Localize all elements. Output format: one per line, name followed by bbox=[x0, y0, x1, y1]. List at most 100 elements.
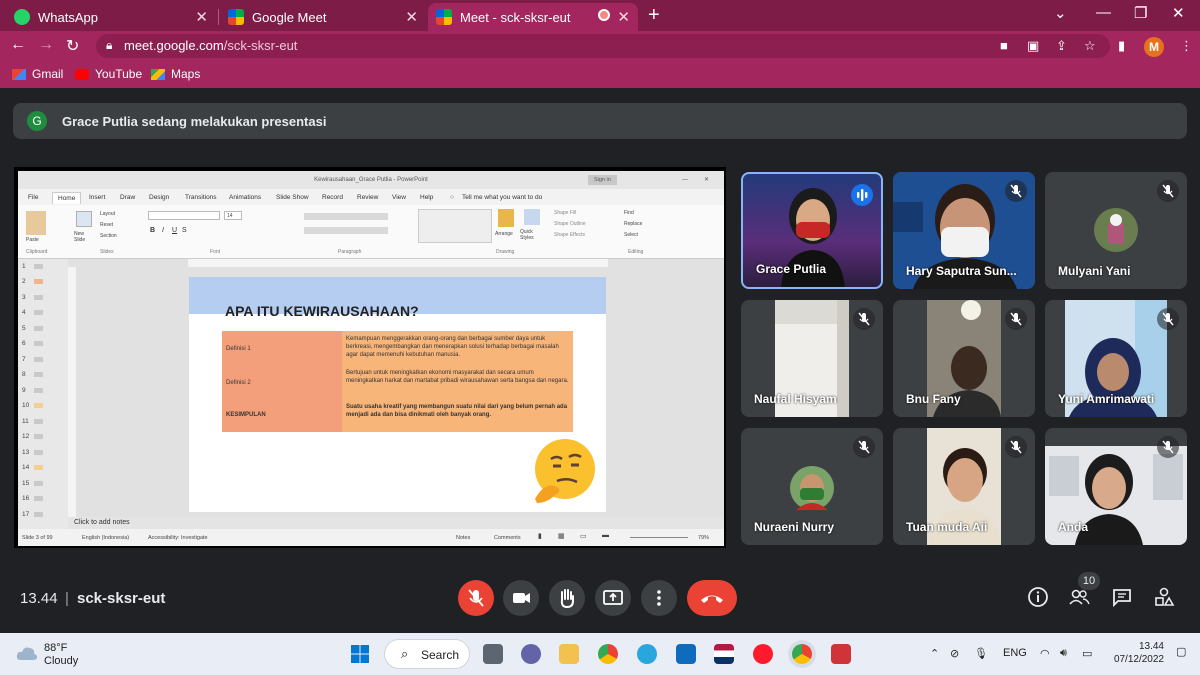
thumb-row[interactable]: 3 bbox=[22, 294, 43, 301]
ppt-tab-home[interactable]: Home bbox=[52, 192, 82, 204]
comments-button[interactable]: Comments bbox=[494, 535, 521, 541]
new-slide-label[interactable]: New Slide bbox=[74, 231, 94, 243]
arrange-label[interactable]: Arrange bbox=[495, 231, 513, 237]
shape-effects-button[interactable]: Shape Effects bbox=[554, 232, 585, 238]
thumb-row[interactable]: 15 bbox=[22, 480, 43, 487]
thumb-row[interactable]: 13 bbox=[22, 449, 43, 456]
activities-icon[interactable] bbox=[1153, 586, 1175, 608]
raise-hand-button[interactable] bbox=[549, 580, 585, 616]
participant-tile[interactable]: Nuraeni Nurry bbox=[741, 428, 883, 545]
people-icon[interactable] bbox=[1068, 586, 1090, 608]
chat-icon[interactable] bbox=[1111, 586, 1133, 608]
thumb-row[interactable]: 11 bbox=[22, 418, 43, 425]
ppt-tab-design[interactable]: Design bbox=[149, 194, 169, 201]
minimize-button[interactable]: — bbox=[1096, 4, 1111, 21]
restore-button[interactable]: ❐ bbox=[1134, 4, 1147, 22]
find-button[interactable]: Find bbox=[624, 210, 634, 216]
new-tab-button[interactable]: + bbox=[648, 4, 660, 27]
back-button[interactable]: ← bbox=[10, 36, 26, 54]
paragraph-controls[interactable] bbox=[304, 213, 388, 220]
ppt-tab-record[interactable]: Record bbox=[322, 194, 343, 201]
new-slide-icon[interactable] bbox=[76, 211, 92, 227]
participant-tile[interactable]: Hary Saputra Sun... bbox=[893, 172, 1035, 289]
battery-icon[interactable]: ▭ bbox=[1082, 647, 1092, 660]
ppt-tab-draw[interactable]: Draw bbox=[120, 194, 135, 201]
normal-view-icon[interactable]: ▮ bbox=[538, 532, 542, 540]
side-panel-icon[interactable]: ▮ bbox=[1118, 38, 1125, 54]
ppt-tab-slideshow[interactable]: Slide Show bbox=[276, 194, 309, 201]
section-button[interactable]: Section bbox=[100, 233, 117, 239]
strikethrough-icon[interactable]: S bbox=[182, 227, 187, 234]
teamviewer-icon[interactable] bbox=[637, 644, 657, 664]
profile-avatar[interactable]: M bbox=[1144, 37, 1164, 57]
forward-button[interactable]: → bbox=[38, 36, 54, 54]
zoom-level[interactable]: 79% bbox=[698, 535, 709, 541]
taskbar-search[interactable]: ⌕ Search bbox=[384, 639, 470, 669]
slideshow-view-icon[interactable]: ▬ bbox=[602, 532, 609, 539]
ppt-tab-file[interactable]: File bbox=[28, 194, 38, 201]
more-menu-icon[interactable]: ⋮ bbox=[1180, 38, 1193, 54]
weather-widget[interactable]: 88°F Cloudy bbox=[44, 642, 78, 668]
participant-tile[interactable]: Yuni Amrimawati bbox=[1045, 300, 1187, 417]
ppt-tab-animations[interactable]: Animations bbox=[229, 194, 261, 201]
select-button[interactable]: Select bbox=[624, 232, 638, 238]
replace-button[interactable]: Replace bbox=[624, 221, 642, 227]
share-icon[interactable]: ⇪ bbox=[1056, 38, 1067, 54]
paste-label[interactable]: Paste bbox=[26, 237, 39, 243]
italic-icon[interactable]: I bbox=[162, 227, 164, 234]
ppt-tab-insert[interactable]: Insert bbox=[89, 194, 105, 201]
font-size-select[interactable]: 14 bbox=[224, 211, 242, 220]
opera-icon[interactable] bbox=[753, 644, 773, 664]
reset-button[interactable]: Reset bbox=[100, 222, 113, 228]
chrome-icon[interactable] bbox=[598, 644, 618, 664]
thumb-row[interactable]: 14 bbox=[22, 464, 43, 471]
participant-tile[interactable]: Naufal Hisyam bbox=[741, 300, 883, 417]
lock-icon[interactable]: 🔒︎ bbox=[106, 38, 112, 53]
ppt-tab-help[interactable]: Help bbox=[420, 194, 433, 201]
language-status[interactable]: English (Indonesia) bbox=[82, 535, 129, 541]
zoom-slider[interactable] bbox=[630, 537, 688, 538]
layout-button[interactable]: Layout bbox=[100, 211, 115, 217]
accessibility-status[interactable]: Accessibility: Investigate bbox=[148, 535, 208, 541]
quick-styles-label[interactable]: Quick Styles bbox=[520, 229, 544, 241]
translate-icon[interactable]: ▣ bbox=[1027, 38, 1039, 54]
bookmark-gmail[interactable]: Gmail bbox=[12, 67, 63, 81]
bookmark-youtube[interactable]: YouTube bbox=[75, 67, 142, 81]
sorter-view-icon[interactable]: ▦ bbox=[558, 532, 565, 540]
thumb-row[interactable]: 6 bbox=[22, 340, 43, 347]
reload-button[interactable]: ↻ bbox=[66, 36, 79, 56]
notifications-icon[interactable]: ▢ bbox=[1176, 645, 1186, 658]
volume-icon[interactable]: 🔊︎ bbox=[1060, 647, 1067, 660]
thumb-row[interactable]: 2 bbox=[22, 278, 43, 285]
participant-tile[interactable]: Mulyani Yani bbox=[1045, 172, 1187, 289]
camera-in-use-icon[interactable]: ■ bbox=[1000, 38, 1008, 53]
close-icon[interactable]: ✕ bbox=[195, 8, 208, 26]
thumb-row[interactable]: 4 bbox=[22, 309, 43, 316]
chevron-up-icon[interactable]: ⌃ bbox=[930, 647, 939, 660]
camera-toggle-button[interactable] bbox=[503, 580, 539, 616]
ppt-tell-me[interactable]: Tell me what you want to do bbox=[462, 194, 542, 201]
thumb-row[interactable]: 9 bbox=[22, 387, 43, 394]
outlook-icon[interactable] bbox=[676, 644, 696, 664]
tab-google-meet[interactable]: Google Meet ✕ bbox=[220, 3, 426, 31]
paste-icon[interactable] bbox=[26, 211, 46, 235]
wifi-icon[interactable]: ◠ bbox=[1040, 647, 1050, 660]
participant-tile[interactable]: Anda bbox=[1045, 428, 1187, 545]
underline-icon[interactable]: U bbox=[172, 227, 177, 234]
tab-whatsapp[interactable]: WhatsApp ✕ bbox=[6, 3, 216, 31]
chevron-down-icon[interactable]: ⌄ bbox=[1054, 4, 1067, 22]
bookmark-star-icon[interactable]: ☆ bbox=[1084, 38, 1096, 54]
close-icon[interactable]: ✕ bbox=[617, 8, 630, 26]
camera-off-icon[interactable]: ⊘ bbox=[950, 647, 959, 660]
flag-app-icon[interactable] bbox=[714, 644, 734, 664]
taskbar-clock[interactable]: 13.44 07/12/2022 bbox=[1108, 640, 1164, 666]
ppt-signin-button[interactable]: Sign in bbox=[588, 175, 617, 185]
info-icon[interactable] bbox=[1027, 586, 1049, 608]
ppt-tab-transitions[interactable]: Transitions bbox=[185, 194, 217, 201]
ppt-tab-review[interactable]: Review bbox=[357, 194, 378, 201]
thumb-row[interactable]: 1 bbox=[22, 263, 43, 270]
arrange-icon[interactable] bbox=[498, 209, 514, 227]
slide-thumbnails[interactable]: 1 2 3 4 5 6 7 8 9 10 11 12 13 14 15 16 1… bbox=[18, 259, 68, 529]
file-explorer-icon[interactable] bbox=[559, 644, 579, 664]
address-bar[interactable]: 🔒︎ meet.google.com/sck-sksr-eut bbox=[96, 34, 1110, 58]
